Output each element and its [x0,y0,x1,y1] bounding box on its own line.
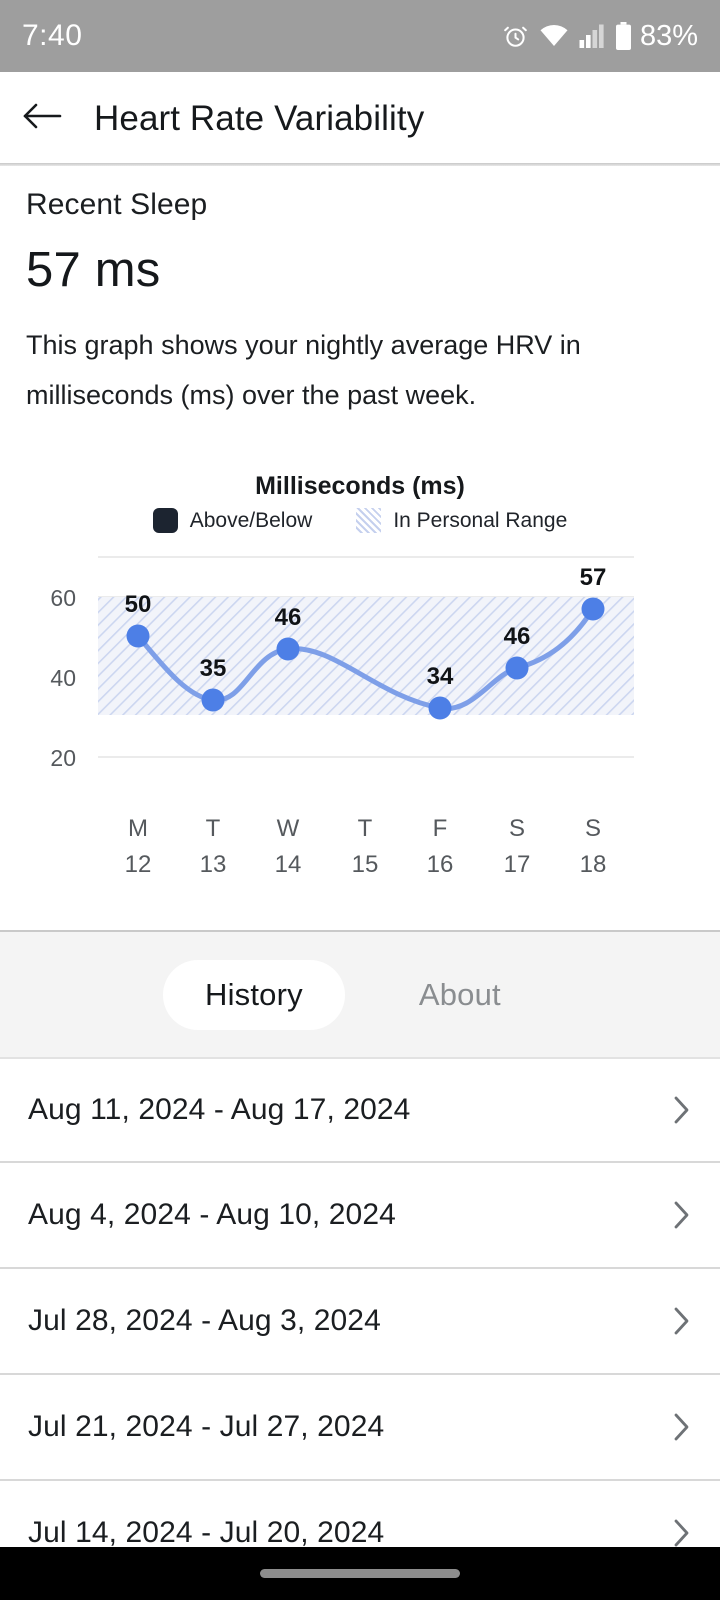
svg-text:F: F [433,815,448,842]
chevron-right-icon [672,1517,692,1549]
arrow-left-icon [21,99,63,138]
hrv-chart: Milliseconds (ms) Above/Below In Persona… [0,466,720,896]
status-bar: 7:40 83% [0,0,720,72]
chart-legend: Above/Below In Personal Range [0,508,720,533]
svg-text:46: 46 [275,604,302,631]
svg-text:T: T [206,815,221,842]
svg-text:13: 13 [200,851,227,878]
svg-text:16: 16 [427,851,454,878]
legend-swatch-solid-icon [152,508,178,533]
chevron-right-icon [672,1411,692,1443]
tab-history[interactable]: History [163,959,345,1030]
svg-text:46: 46 [504,623,531,650]
svg-text:34: 34 [427,663,454,690]
svg-text:M: M [128,815,148,842]
tab-bar: History About [0,930,720,1057]
app-screen: 7:40 83% Heart Rate Variability Recent S… [0,0,720,1600]
svg-text:57: 57 [580,564,607,591]
history-row[interactable]: Aug 11, 2024 - Aug 17, 2024 [0,1057,720,1163]
app-bar: Heart Rate Variability [0,72,720,165]
svg-text:T: T [358,815,373,842]
summary-description: This graph shows your nightly average HR… [26,330,581,410]
chevron-right-icon [672,1094,692,1126]
history-row-label: Aug 4, 2024 - Aug 10, 2024 [28,1198,396,1231]
app-bar-divider [0,163,720,166]
wifi-icon [539,24,569,48]
svg-text:20: 20 [50,745,76,771]
home-indicator[interactable] [260,1569,460,1578]
history-row-label: Jul 21, 2024 - Jul 27, 2024 [28,1410,385,1443]
summary-value: 57 ms [26,243,161,297]
history-row-label: Jul 14, 2024 - Jul 20, 2024 [28,1516,385,1549]
chevron-right-icon [672,1305,692,1337]
summary-label: Recent Sleep [26,188,208,221]
chart-title: Milliseconds (ms) [255,472,465,500]
legend-item-in-personal-range: In Personal Range [356,508,567,533]
svg-text:18: 18 [580,851,607,878]
svg-text:12: 12 [125,851,152,878]
battery-percent: 83% [639,19,698,52]
legend-label: In Personal Range [393,508,568,532]
history-list: Aug 11, 2024 - Aug 17, 2024 Aug 4, 2024 … [0,1057,720,1587]
chart-plot-area: 60 40 20 50 35 46 34 46 57 M T W T F S S… [0,544,720,896]
alarm-icon [502,23,529,50]
history-row[interactable]: Jul 21, 2024 - Jul 27, 2024 [0,1375,720,1481]
status-icons: 83% [502,20,698,53]
svg-text:S: S [509,815,525,842]
svg-text:60: 60 [50,585,76,611]
history-row[interactable]: Jul 28, 2024 - Aug 3, 2024 [0,1269,720,1375]
back-button[interactable] [0,72,84,165]
svg-text:15: 15 [352,851,379,878]
legend-swatch-hatched-icon [356,508,382,533]
svg-text:50: 50 [125,591,152,618]
chart-svg: 60 40 20 50 35 46 34 46 57 M T W T F S S… [50,556,634,878]
legend-label: Above/Below [189,508,313,532]
history-row-label: Aug 11, 2024 - Aug 17, 2024 [28,1093,411,1126]
signal-icon [579,24,605,48]
system-nav-bar [0,1547,720,1600]
history-row-label: Jul 28, 2024 - Aug 3, 2024 [28,1304,381,1337]
svg-text:14: 14 [275,851,302,878]
svg-text:S: S [585,815,601,842]
svg-text:35: 35 [200,655,227,682]
page-title: Heart Rate Variability [94,98,425,138]
svg-text:40: 40 [50,665,76,691]
legend-item-above-below: Above/Below [152,508,313,533]
svg-text:17: 17 [504,851,531,878]
svg-text:W: W [277,815,300,842]
tab-about[interactable]: About [377,960,543,1030]
chevron-right-icon [672,1199,692,1231]
content-area: Recent Sleep 57 ms This graph shows your… [0,168,720,896]
battery-icon [615,22,632,50]
status-clock: 7:40 [22,19,83,52]
history-row[interactable]: Aug 4, 2024 - Aug 10, 2024 [0,1163,720,1269]
